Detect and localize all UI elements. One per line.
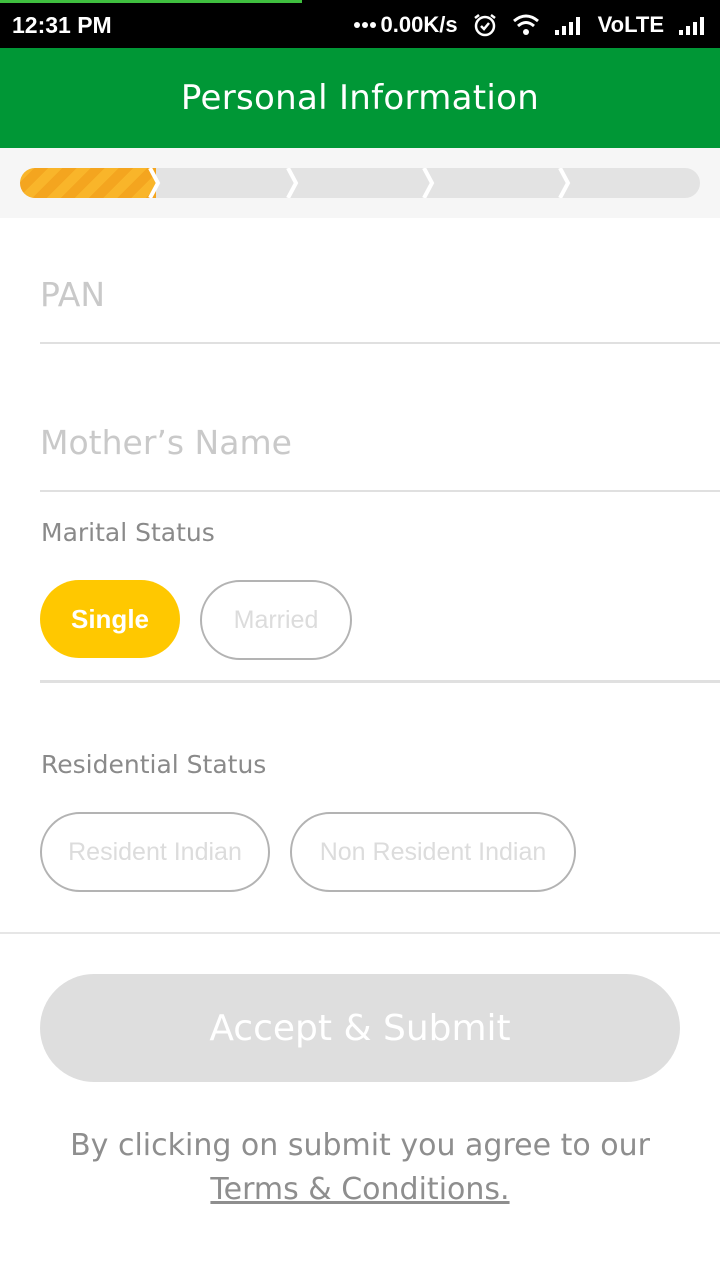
progress-stepper bbox=[20, 168, 700, 198]
step-dividers bbox=[148, 168, 571, 198]
pan-input[interactable]: PAN bbox=[40, 275, 105, 314]
more-dots-icon bbox=[353, 21, 377, 29]
app-header: Personal Information bbox=[0, 48, 720, 148]
resident-indian-option[interactable]: Resident Indian bbox=[40, 812, 270, 892]
residential-status-label: Residential Status bbox=[41, 750, 267, 779]
terms-text: By clicking on submit you agree to our bbox=[70, 1128, 650, 1163]
marital-status-label: Marital Status bbox=[41, 518, 215, 547]
footer-divider bbox=[0, 932, 720, 934]
status-time: 12:31 PM bbox=[12, 12, 112, 38]
pan-field[interactable]: PAN bbox=[40, 244, 720, 344]
network-type: VoLTE bbox=[597, 12, 664, 37]
marital-married-option[interactable]: Married bbox=[200, 580, 352, 660]
terms-link[interactable]: Terms & Conditions. bbox=[210, 1172, 509, 1207]
non-resident-indian-option[interactable]: Non Resident Indian bbox=[290, 812, 576, 892]
mothers-name-field[interactable]: Mother’s Name bbox=[40, 392, 720, 492]
status-bar: 12:31 PM 0.00K/s VoLTE bbox=[0, 0, 720, 48]
page-title: Personal Information bbox=[180, 78, 540, 118]
mothers-name-input[interactable]: Mother’s Name bbox=[40, 423, 292, 462]
terms-notice: By clicking on submit you agree to our T… bbox=[0, 1124, 720, 1212]
page-load-progress bbox=[0, 0, 302, 3]
accept-submit-button[interactable]: Accept & Submit bbox=[40, 974, 680, 1082]
marital-single-option[interactable]: Single bbox=[40, 580, 180, 658]
signal-icon-2 bbox=[678, 14, 708, 36]
status-indicators: 0.00K/s VoLTE bbox=[353, 10, 708, 40]
network-speed: 0.00K/s bbox=[380, 12, 458, 37]
marital-status-divider bbox=[40, 680, 720, 683]
wifi-icon bbox=[512, 14, 540, 36]
alarm-icon bbox=[472, 12, 498, 38]
progress-stepper-container bbox=[0, 148, 720, 218]
signal-icon bbox=[554, 14, 584, 36]
